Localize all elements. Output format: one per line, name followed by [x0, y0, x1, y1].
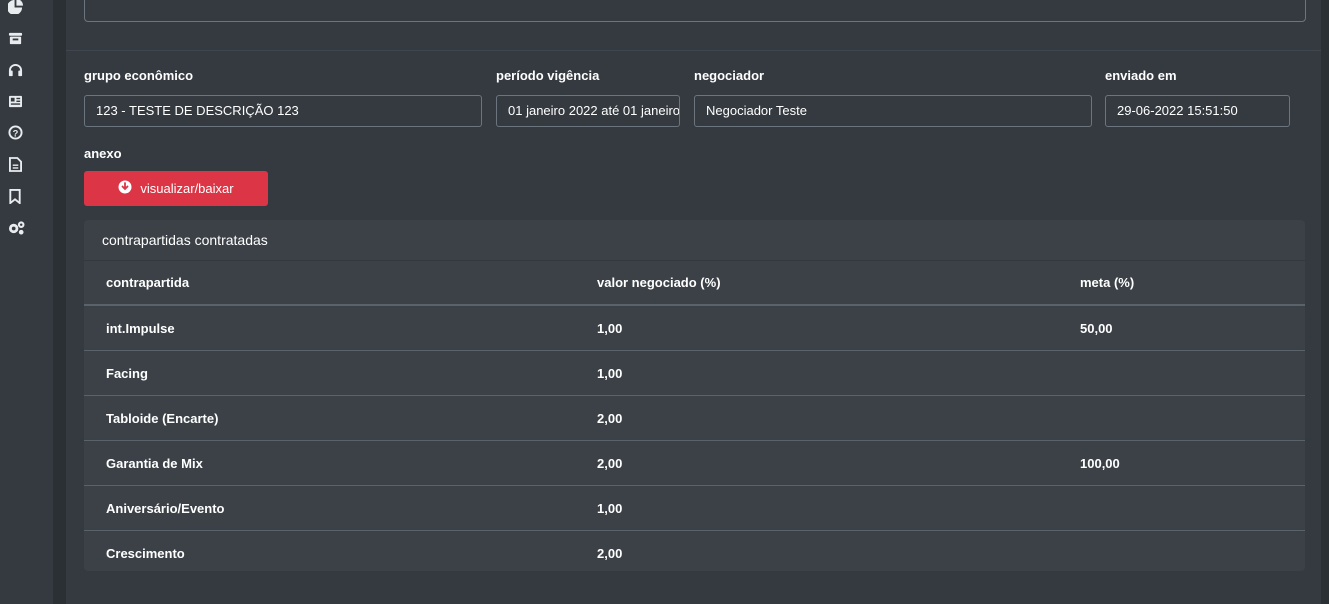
- table-cell: Aniversário/Evento: [106, 500, 225, 516]
- svg-text:?: ?: [12, 128, 18, 138]
- table-cell: Facing: [106, 365, 148, 381]
- table-cell: Tabloide (Encarte): [106, 410, 219, 426]
- table-cell: 50,00: [1080, 320, 1113, 336]
- observation-textarea[interactable]: [84, 0, 1306, 22]
- enviado-em-label: enviado em: [1105, 68, 1177, 83]
- table-cell: 1,00: [597, 320, 623, 336]
- contrapartidas-table: contrapartida valor negociado (%) meta (…: [84, 261, 1305, 571]
- table-row: Aniversário/Evento 1,00: [84, 486, 1305, 531]
- headset-icon[interactable]: [7, 62, 23, 78]
- anexo-label: anexo: [84, 146, 122, 161]
- table-cell: 2,00: [597, 410, 623, 426]
- cogs-icon[interactable]: [6, 219, 26, 235]
- download-button[interactable]: visualizar/baixar: [84, 171, 268, 206]
- table-cell: int.Impulse: [106, 320, 175, 336]
- chart-pie-icon[interactable]: [7, 0, 23, 14]
- negociador-field[interactable]: Negociador Teste: [694, 95, 1092, 127]
- scrollbar-track[interactable]: [1321, 0, 1329, 604]
- table-cell: Garantia de Mix: [106, 455, 203, 471]
- table-row: Tabloide (Encarte) 2,00: [84, 396, 1305, 441]
- table-cell: [1058, 351, 1305, 396]
- table-cell: [1058, 531, 1305, 572]
- contrapartidas-card: contrapartidas contratadas contrapartida…: [84, 220, 1305, 571]
- periodo-vigencia-label: período vigência: [496, 68, 600, 83]
- table-row: Crescimento 2,00: [84, 531, 1305, 572]
- table-cell: 1,00: [597, 365, 623, 381]
- bookmark-icon[interactable]: [7, 188, 23, 204]
- table-cell: 2,00: [597, 455, 623, 471]
- main-content: grupo econômico 123 - TESTE DE DESCRIÇÃO…: [66, 0, 1321, 604]
- negociador-label: negociador: [694, 68, 765, 83]
- grupo-economico-field[interactable]: 123 - TESTE DE DESCRIÇÃO 123: [84, 95, 482, 127]
- table-cell: [1058, 396, 1305, 441]
- table-cell: 2,00: [597, 545, 623, 561]
- sidebar: ?: [0, 0, 53, 604]
- column-header: meta (%): [1058, 261, 1305, 306]
- grupo-economico-label: grupo econômico: [84, 68, 194, 83]
- inbox-icon[interactable]: [7, 30, 23, 46]
- sidebar-gutter: [53, 0, 66, 604]
- table-cell: 1,00: [597, 500, 623, 516]
- column-header: contrapartida: [84, 261, 575, 306]
- table-row: Garantia de Mix 2,00 100,00: [84, 441, 1305, 486]
- newspaper-icon[interactable]: [7, 93, 23, 109]
- section-divider: [66, 50, 1321, 51]
- column-header: valor negociado (%): [575, 261, 1058, 306]
- table-row: int.Impulse 1,00 50,00: [84, 305, 1305, 351]
- enviado-em-field[interactable]: 29-06-2022 15:51:50: [1105, 95, 1290, 127]
- periodo-vigencia-field[interactable]: 01 janeiro 2022 até 01 janeiro 2023: [496, 95, 680, 127]
- table-cell: Crescimento: [106, 545, 185, 561]
- question-circle-icon[interactable]: ?: [7, 124, 23, 140]
- table-cell: [1058, 486, 1305, 531]
- card-title: contrapartidas contratadas: [84, 220, 1305, 261]
- table-cell: 100,00: [1080, 455, 1120, 471]
- table-header-row: contrapartida valor negociado (%) meta (…: [84, 261, 1305, 306]
- file-text-icon[interactable]: [7, 156, 23, 172]
- arrow-circle-down-icon: [118, 180, 132, 197]
- download-button-label: visualizar/baixar: [140, 181, 234, 196]
- table-row: Facing 1,00: [84, 351, 1305, 396]
